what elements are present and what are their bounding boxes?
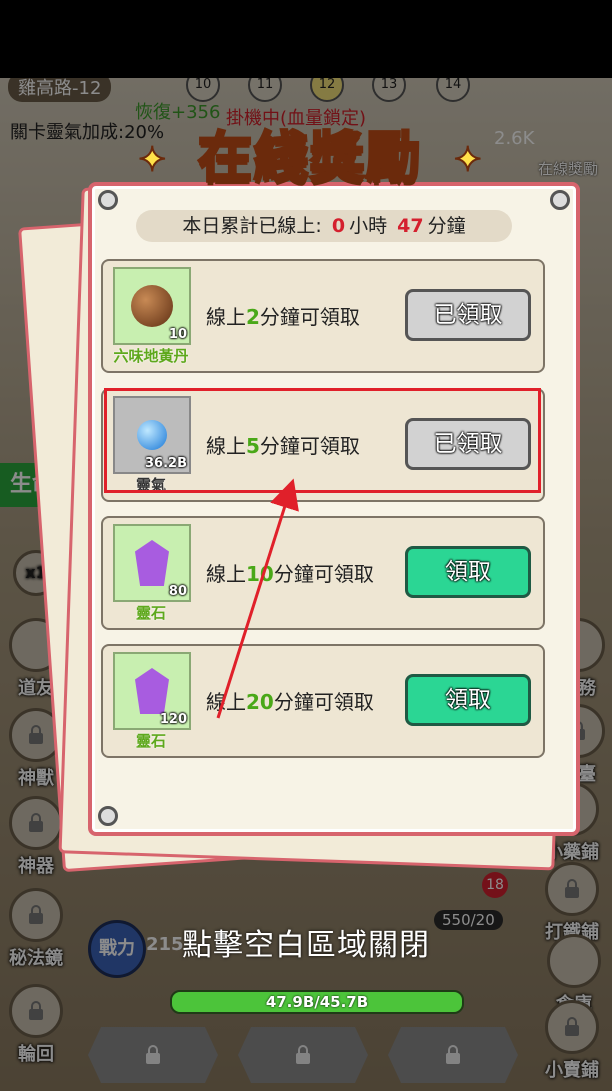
annotation-arrow [216, 478, 299, 719]
